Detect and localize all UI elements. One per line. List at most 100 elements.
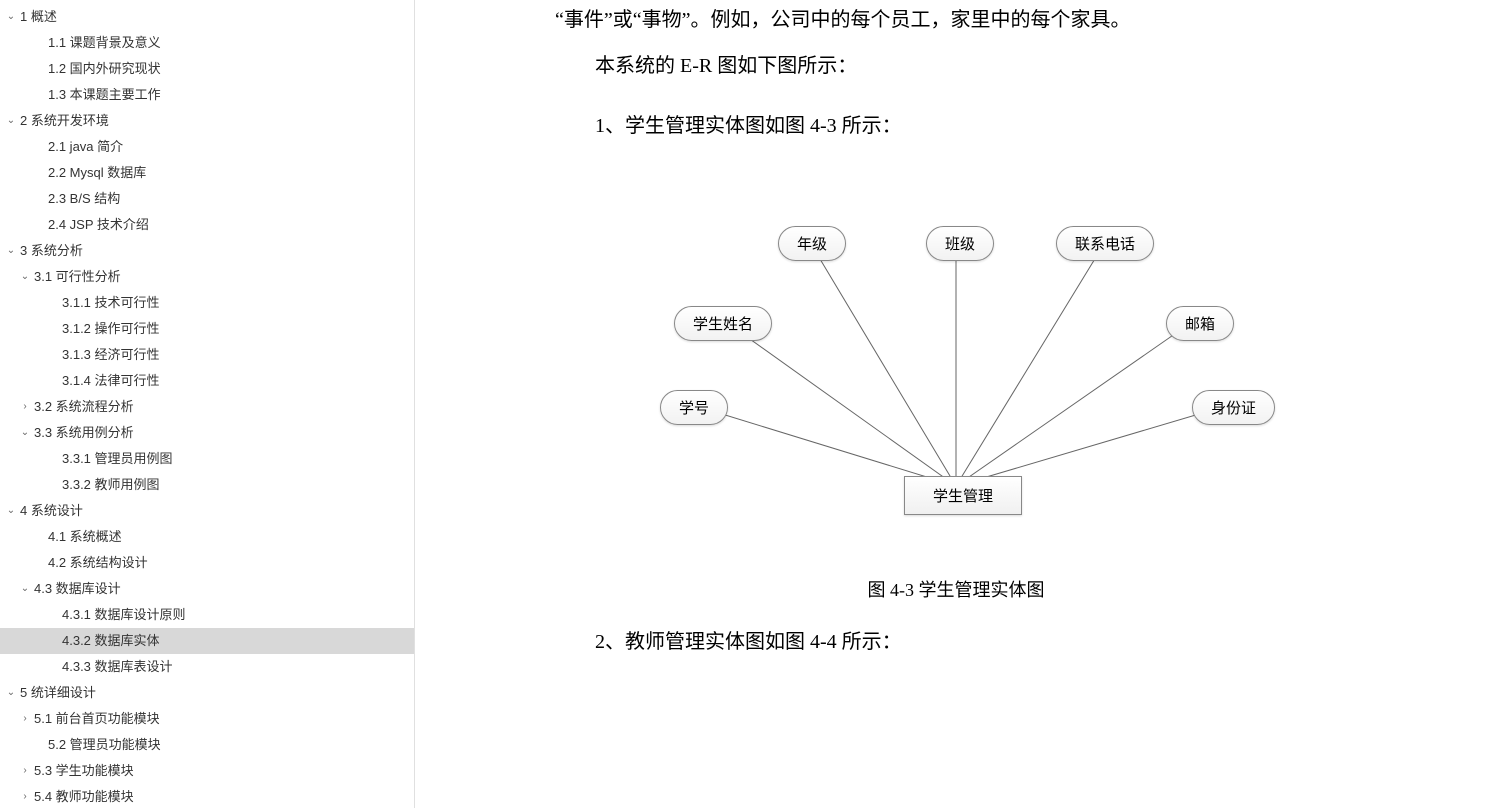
outline-item[interactable]: ›5.1 前台首页功能模块 [0, 706, 414, 732]
entity-attr: 联系电话 [1056, 226, 1154, 261]
outline-item[interactable]: 2.1 java 简介 [0, 134, 414, 160]
chevron-down-icon[interactable]: ⌄ [4, 10, 18, 24]
spacer-icon [46, 478, 60, 492]
outline-item[interactable]: 4.2 系统结构设计 [0, 550, 414, 576]
chevron-down-icon[interactable]: ⌄ [4, 504, 18, 518]
outline-item[interactable]: ⌄1 概述 [0, 4, 414, 30]
spacer-icon [32, 218, 46, 232]
outline-label: 1 概述 [20, 7, 57, 27]
outline-item[interactable]: 4.3.2 数据库实体 [0, 628, 414, 654]
spacer-icon [46, 660, 60, 674]
entity-attr: 身份证 [1192, 390, 1275, 425]
spacer-icon [46, 322, 60, 336]
outline-label: 4.2 系统结构设计 [48, 553, 148, 573]
outline-label: 5.1 前台首页功能模块 [34, 709, 160, 729]
spacer-icon [46, 452, 60, 466]
spacer-icon [32, 166, 46, 180]
outline-item[interactable]: 4.1 系统概述 [0, 524, 414, 550]
entity-center: 学生管理 [904, 476, 1022, 515]
outline-label: 3.3 系统用例分析 [34, 423, 134, 443]
outline-item[interactable]: 1.3 本课题主要工作 [0, 82, 414, 108]
chevron-right-icon[interactable]: › [18, 400, 32, 414]
outline-item[interactable]: 3.3.1 管理员用例图 [0, 446, 414, 472]
outline-label: 4.3 数据库设计 [34, 579, 121, 599]
outline-sidebar[interactable]: ⌄1 概述1.1 课题背景及意义1.2 国内外研究现状1.3 本课题主要工作⌄2… [0, 0, 415, 808]
chevron-down-icon[interactable]: ⌄ [4, 686, 18, 700]
chevron-down-icon[interactable]: ⌄ [18, 582, 32, 596]
outline-label: 2.3 B/S 结构 [48, 189, 120, 209]
spacer-icon [32, 88, 46, 102]
chevron-down-icon[interactable]: ⌄ [18, 426, 32, 440]
outline-item[interactable]: 1.2 国内外研究现状 [0, 56, 414, 82]
outline-label: 4.3.1 数据库设计原则 [62, 605, 186, 625]
outline-item[interactable]: ⌄4 系统设计 [0, 498, 414, 524]
document-content[interactable]: “事件”或“事物”。例如，公司中的每个员工，家里中的每个家具。 本系统的 E-R… [415, 0, 1497, 808]
spacer-icon [32, 556, 46, 570]
outline-item[interactable]: 4.3.1 数据库设计原则 [0, 602, 414, 628]
er-diagram: 学号 学生姓名 年级 班级 联系电话 邮箱 身份证 学生管理 [636, 206, 1276, 536]
body-text: 本系统的 E-R 图如下图所示： [555, 46, 1397, 86]
outline-label: 3.1.4 法律可行性 [62, 371, 160, 391]
outline-item[interactable]: 3.1.4 法律可行性 [0, 368, 414, 394]
body-text: 2、教师管理实体图如图 4-4 所示： [555, 622, 1397, 662]
outline-item[interactable]: 5.2 管理员功能模块 [0, 732, 414, 758]
outline-item[interactable]: 3.1.2 操作可行性 [0, 316, 414, 342]
outline-item[interactable]: ⌄3.3 系统用例分析 [0, 420, 414, 446]
entity-attr: 班级 [926, 226, 994, 261]
outline-label: 3.1 可行性分析 [34, 267, 121, 287]
figure-caption: 图 4-3 学生管理实体图 [455, 576, 1457, 602]
outline-label: 3.3.2 教师用例图 [62, 475, 160, 495]
outline-label: 2.4 JSP 技术介绍 [48, 215, 149, 235]
outline-label: 4 系统设计 [20, 501, 83, 521]
spacer-icon [32, 36, 46, 50]
chevron-down-icon[interactable]: ⌄ [4, 114, 18, 128]
outline-label: 2.2 Mysql 数据库 [48, 163, 146, 183]
spacer-icon [46, 634, 60, 648]
outline-item[interactable]: 3.1.1 技术可行性 [0, 290, 414, 316]
chevron-down-icon[interactable]: ⌄ [4, 244, 18, 258]
body-text: “事件”或“事物”。例如，公司中的每个员工，家里中的每个家具。 [555, 0, 1397, 40]
spacer-icon [32, 140, 46, 154]
spacer-icon [46, 608, 60, 622]
entity-attr: 年级 [778, 226, 846, 261]
outline-label: 1.1 课题背景及意义 [48, 33, 161, 53]
outline-item[interactable]: ⌄5 统详细设计 [0, 680, 414, 706]
outline-item[interactable]: ⌄3 系统分析 [0, 238, 414, 264]
outline-item[interactable]: 2.3 B/S 结构 [0, 186, 414, 212]
outline-item[interactable]: ›5.3 学生功能模块 [0, 758, 414, 784]
entity-attr: 邮箱 [1166, 306, 1234, 341]
outline-label: 3.1.3 经济可行性 [62, 345, 160, 365]
chevron-right-icon[interactable]: › [18, 790, 32, 804]
outline-label: 3.1.1 技术可行性 [62, 293, 160, 313]
outline-item[interactable]: ⌄2 系统开发环境 [0, 108, 414, 134]
spacer-icon [32, 530, 46, 544]
outline-label: 4.3.3 数据库表设计 [62, 657, 173, 677]
outline-label: 5.4 教师功能模块 [34, 787, 134, 807]
outline-label: 4.1 系统概述 [48, 527, 122, 547]
entity-attr: 学号 [660, 390, 728, 425]
outline-item[interactable]: 2.2 Mysql 数据库 [0, 160, 414, 186]
outline-label: 3.3.1 管理员用例图 [62, 449, 173, 469]
outline-item[interactable]: 3.3.2 教师用例图 [0, 472, 414, 498]
outline-label: 2.1 java 简介 [48, 137, 123, 157]
outline-item[interactable]: 1.1 课题背景及意义 [0, 30, 414, 56]
outline-label: 3.2 系统流程分析 [34, 397, 134, 417]
outline-item[interactable]: 2.4 JSP 技术介绍 [0, 212, 414, 238]
outline-label: 4.3.2 数据库实体 [62, 631, 160, 651]
outline-item[interactable]: 3.1.3 经济可行性 [0, 342, 414, 368]
body-text: 1、学生管理实体图如图 4-3 所示： [555, 106, 1397, 146]
outline-label: 3.1.2 操作可行性 [62, 319, 160, 339]
outline-label: 5.2 管理员功能模块 [48, 735, 161, 755]
spacer-icon [32, 62, 46, 76]
outline-item[interactable]: ›5.4 教师功能模块 [0, 784, 414, 808]
outline-item[interactable]: ⌄4.3 数据库设计 [0, 576, 414, 602]
chevron-right-icon[interactable]: › [18, 764, 32, 778]
outline-item[interactable]: 4.3.3 数据库表设计 [0, 654, 414, 680]
outline-label: 3 系统分析 [20, 241, 83, 261]
chevron-right-icon[interactable]: › [18, 712, 32, 726]
spacer-icon [46, 296, 60, 310]
outline-item[interactable]: ›3.2 系统流程分析 [0, 394, 414, 420]
outline-item[interactable]: ⌄3.1 可行性分析 [0, 264, 414, 290]
spacer-icon [32, 738, 46, 752]
chevron-down-icon[interactable]: ⌄ [18, 270, 32, 284]
